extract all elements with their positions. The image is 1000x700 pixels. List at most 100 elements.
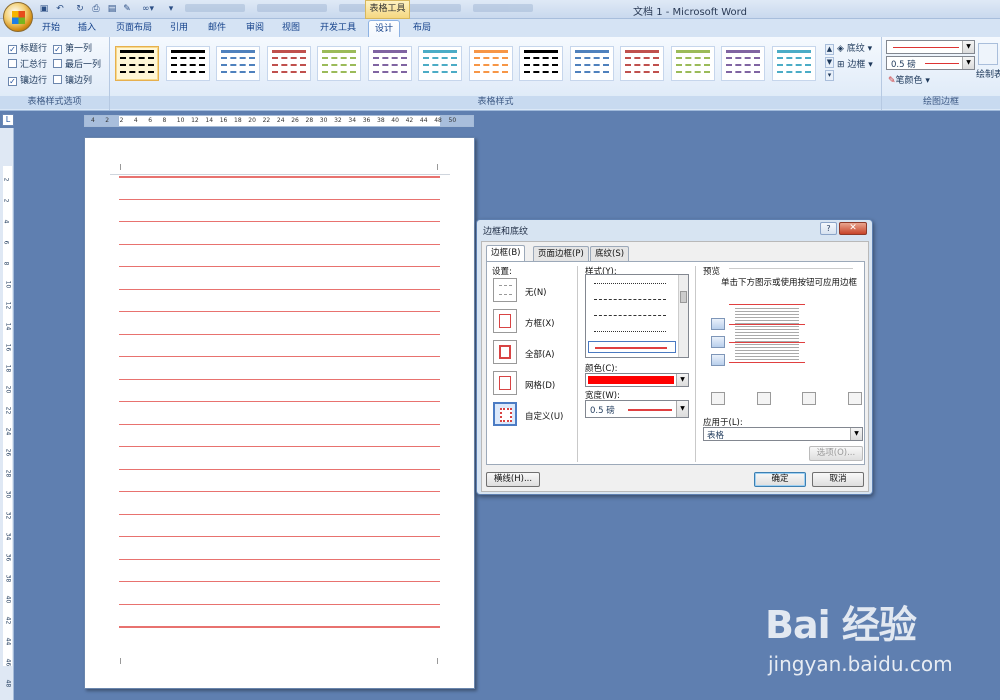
link-icon[interactable]: ∞▾ (137, 3, 159, 15)
style-dash-dot-dot[interactable] (594, 331, 666, 332)
setting-custom-label[interactable]: 自定义(U) (525, 410, 563, 422)
line-weight-combo[interactable]: 0.5 磅 ▼ (886, 56, 975, 70)
tab-insert[interactable]: 插入 (72, 20, 102, 37)
quick-print-icon[interactable]: ▤ (106, 3, 118, 15)
setting-all-icon[interactable] (493, 340, 517, 364)
tab-layout[interactable]: 布局 (406, 20, 438, 37)
table-row-border (119, 311, 440, 312)
style-scrollbar[interactable] (678, 275, 688, 357)
line-style-list[interactable] (585, 274, 689, 358)
baidu-watermark-logo: Bai 经验 (765, 603, 917, 647)
style-dash-dot[interactable] (594, 315, 666, 316)
table-style-swatch[interactable] (418, 46, 462, 81)
ruler-tick: 6 (148, 117, 153, 124)
tab-design[interactable]: 设计 (368, 20, 400, 37)
horizontal-ruler[interactable]: 4 2 2 4 6 8 10 12 14 16 18 20 22 24 26 28 30 32 34 36 38 40 42… (84, 115, 474, 127)
table-style-swatch[interactable] (620, 46, 664, 81)
tab-page-layout[interactable]: 页面布局 (110, 20, 158, 37)
tab-page-border[interactable]: 页面边框(P) (533, 246, 589, 261)
width-combo[interactable]: 0.5 磅 ▼ (585, 400, 689, 418)
last-column-checkbox[interactable]: 最后一列 (53, 57, 101, 70)
table-style-swatch[interactable] (317, 46, 361, 81)
setting-none-icon[interactable] (493, 278, 517, 302)
shading-button[interactable]: ◈ 底纹 ▾ (837, 41, 872, 54)
all-preview (499, 345, 511, 359)
ok-button[interactable]: 确定 (754, 472, 806, 487)
setting-box-label[interactable]: 方框(X) (525, 317, 554, 329)
horizontal-line-button[interactable]: 横线(H)... (486, 472, 540, 487)
table-style-swatch[interactable] (216, 46, 260, 81)
table-style-swatch[interactable] (670, 46, 715, 81)
table-style-swatch[interactable] (771, 46, 816, 81)
setting-none-label[interactable]: 无(N) (525, 286, 547, 298)
diagonal-down-border-icon[interactable] (711, 392, 725, 405)
total-row-checkbox[interactable]: 汇总行 (8, 57, 47, 70)
ruler-tick: 20 (4, 385, 12, 394)
table-style-swatch[interactable] (367, 46, 412, 81)
draw-table-button[interactable]: 绘制表 (976, 67, 1000, 80)
header-row-checkbox[interactable]: ✓ 标题行 (8, 41, 47, 54)
table-style-swatch[interactable] (266, 46, 311, 81)
setting-box-icon[interactable] (493, 309, 517, 333)
print-preview-icon[interactable]: ⎙ (90, 3, 102, 15)
format-painter-icon[interactable]: ✎ (121, 3, 133, 15)
tab-home[interactable]: 开始 (36, 20, 66, 37)
banded-columns-checkbox[interactable]: 镶边列 (53, 73, 92, 86)
color-combo[interactable]: ▼ (585, 373, 689, 387)
customize-quick-access-icon[interactable]: ▾ (165, 3, 177, 15)
setting-grid-icon[interactable] (493, 371, 517, 395)
top-border-icon[interactable] (711, 318, 725, 330)
first-column-checkbox[interactable]: ✓ 第一列 (53, 41, 92, 54)
tab-view[interactable]: 视图 (276, 20, 306, 37)
setting-custom-icon[interactable] (493, 402, 517, 426)
pen-color-button[interactable]: ✎笔颜色 ▾ (888, 73, 930, 86)
borders-button[interactable]: ⊞ 边框 ▾ (837, 57, 873, 70)
apply-to-combo[interactable]: 表格 ▼ (703, 427, 863, 441)
gallery-up-icon[interactable]: ▲ (825, 44, 834, 55)
cancel-button[interactable]: 取消 (812, 472, 864, 487)
redo-icon[interactable]: ↻ (74, 3, 86, 15)
inside-horizontal-border-icon[interactable] (711, 336, 725, 348)
style-solid-selected[interactable] (588, 341, 676, 353)
undo-icon[interactable]: ↶ (54, 3, 66, 15)
tab-references[interactable]: 引用 (164, 20, 194, 37)
setting-all-label[interactable]: 全部(A) (525, 348, 554, 360)
tab-shading[interactable]: 底纹(S) (590, 246, 630, 261)
options-button[interactable]: 选项(O)... (809, 446, 863, 461)
ruler-tick: 2 (119, 117, 124, 124)
border-preview[interactable] (727, 300, 807, 366)
table-style-swatch[interactable] (519, 46, 563, 81)
table-style-swatch[interactable] (721, 46, 765, 81)
document-page[interactable] (84, 137, 475, 689)
setting-grid-label[interactable]: 网格(D) (525, 379, 555, 391)
style-dashed[interactable] (594, 299, 666, 300)
tab-developer[interactable]: 开发工具 (314, 20, 362, 37)
table-style-swatch[interactable] (468, 46, 513, 81)
gallery-more-icon[interactable]: ▾ (825, 70, 834, 81)
table-row-border (119, 221, 440, 222)
tab-review[interactable]: 审阅 (240, 20, 270, 37)
left-border-icon[interactable] (757, 392, 771, 405)
borders-panel: 设置: 无(N) 方框(X) 全部(A) 网格(D) 自定义(U) 样式(Y):… (486, 261, 865, 465)
save-icon[interactable]: ▣ (38, 3, 50, 15)
style-dotted[interactable] (594, 283, 666, 284)
diagonal-up-border-icon[interactable] (848, 392, 862, 405)
ruler-margin-right (440, 116, 473, 126)
preview-text-line (735, 350, 799, 351)
scroll-thumb[interactable] (680, 291, 687, 303)
table-style-swatch[interactable] (569, 46, 614, 81)
line-style-combo[interactable]: ▼ (886, 40, 975, 54)
table-style-swatch[interactable] (115, 46, 159, 81)
right-border-icon[interactable] (802, 392, 816, 405)
help-icon[interactable]: ? (820, 222, 837, 235)
vertical-ruler[interactable]: 2 2 4 6 8 10 12 14 16 18 20 22 24 26 28 30 32 34 36 38 40 42 4… (0, 128, 14, 700)
tab-selector[interactable]: L (2, 114, 14, 126)
table-style-swatch[interactable] (165, 46, 210, 81)
close-icon[interactable]: ✕ (839, 222, 867, 235)
office-button[interactable] (3, 2, 33, 32)
bottom-border-icon[interactable] (711, 354, 725, 366)
tab-borders[interactable]: 边框(B) (486, 245, 526, 262)
gallery-down-icon[interactable]: ▼ (825, 57, 834, 68)
tab-mailings[interactable]: 邮件 (202, 20, 232, 37)
banded-rows-checkbox[interactable]: ✓ 镶边行 (8, 73, 47, 86)
